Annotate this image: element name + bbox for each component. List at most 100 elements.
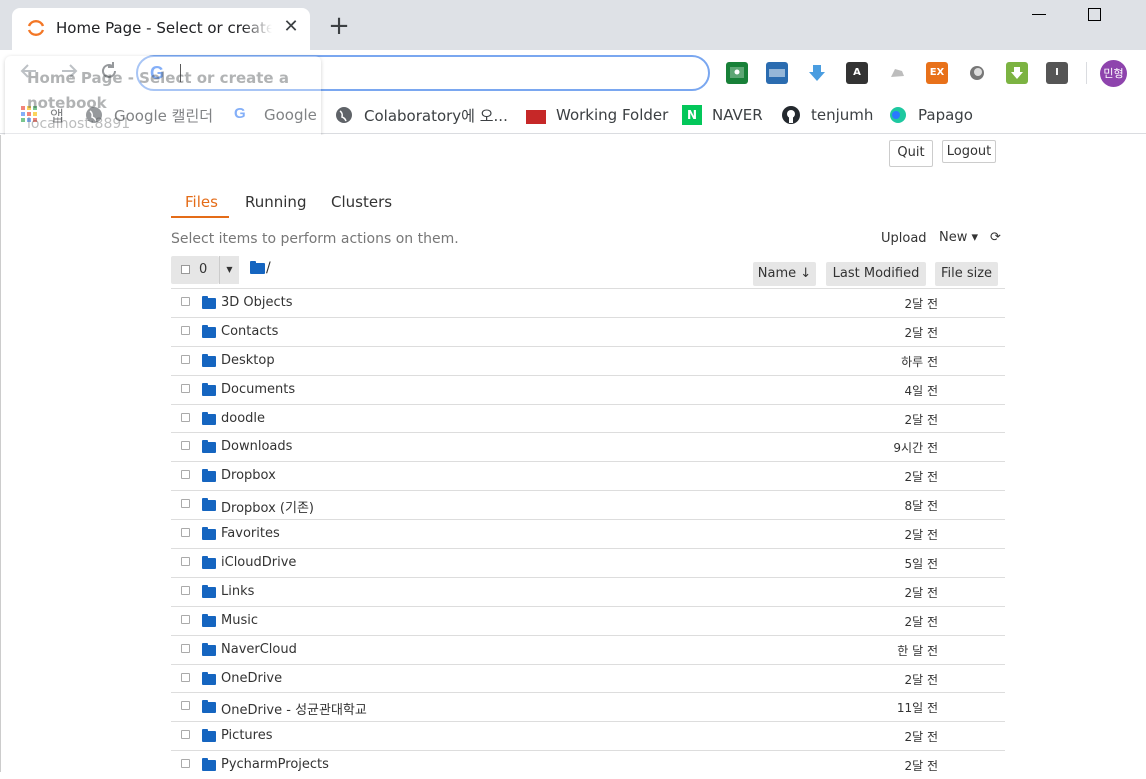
breadcrumb[interactable]: / bbox=[250, 260, 271, 276]
quit-button[interactable]: Quit bbox=[889, 140, 933, 167]
file-row[interactable]: OneDrive - 성균관대학교 11일 전 bbox=[171, 692, 1005, 721]
select-all-checkbox[interactable] bbox=[181, 265, 190, 274]
file-row[interactable]: Desktop 하루 전 bbox=[171, 345, 1005, 375]
row-checkbox[interactable] bbox=[181, 730, 190, 740]
file-row[interactable]: Dropbox 2달 전 bbox=[171, 461, 1005, 490]
file-row[interactable]: doodle 2달 전 bbox=[171, 403, 1005, 433]
maximize-icon[interactable] bbox=[1088, 8, 1101, 21]
file-name-link[interactable]: OneDrive - 성균관대학교 bbox=[221, 699, 367, 718]
file-name-link[interactable]: 3D Objects bbox=[221, 295, 293, 310]
file-name-link[interactable]: iCloudDrive bbox=[221, 555, 296, 570]
toolip-extension-icon[interactable] bbox=[766, 62, 788, 84]
upload-button[interactable]: Upload bbox=[881, 231, 927, 246]
folder-icon bbox=[202, 700, 216, 714]
new-dropdown-button[interactable]: New ▾ bbox=[939, 230, 978, 245]
file-name-link[interactable]: Links bbox=[221, 584, 254, 599]
folder-icon bbox=[202, 440, 216, 454]
file-name-link[interactable]: NaverCloud bbox=[221, 642, 297, 657]
tab-clusters[interactable]: Clusters bbox=[331, 193, 392, 211]
row-checkbox[interactable] bbox=[181, 614, 190, 624]
row-checkbox[interactable] bbox=[181, 412, 190, 422]
sort-by-last-modified-button[interactable]: Last Modified bbox=[826, 262, 926, 286]
download-green-extension-icon[interactable] bbox=[1006, 62, 1028, 84]
file-row[interactable]: Contacts 2달 전 bbox=[171, 316, 1005, 346]
download-extension-icon[interactable] bbox=[806, 62, 828, 84]
cloud-extension-icon[interactable] bbox=[886, 62, 908, 84]
file-row[interactable]: Downloads 9시간 전 bbox=[171, 432, 1005, 461]
row-checkbox[interactable] bbox=[181, 528, 190, 538]
hover-card-url: localhost:8891 bbox=[27, 116, 131, 132]
file-row[interactable]: Dropbox (기존) 8달 전 bbox=[171, 490, 1005, 519]
refresh-icon[interactable]: ⟳ bbox=[990, 230, 1001, 245]
new-tab-button[interactable]: + bbox=[326, 13, 352, 40]
file-name-link[interactable]: Dropbox bbox=[221, 468, 276, 483]
bookmark-naver[interactable]: N NAVER bbox=[682, 104, 763, 126]
file-row[interactable]: Pictures 2달 전 bbox=[171, 721, 1005, 750]
ex-extension-icon[interactable]: EX bbox=[926, 62, 948, 84]
file-name-link[interactable]: Pictures bbox=[221, 728, 272, 743]
file-row[interactable]: 3D Objects 2달 전 bbox=[171, 288, 1005, 317]
folder-icon bbox=[202, 758, 216, 772]
toolbar-divider bbox=[1086, 62, 1087, 84]
file-name-link[interactable]: Music bbox=[221, 613, 258, 628]
last-modified: 2달 전 bbox=[904, 614, 938, 629]
file-row[interactable]: NaverCloud 한 달 전 bbox=[171, 634, 1005, 664]
folder-icon bbox=[202, 469, 216, 483]
browser-tab[interactable]: Home Page - Select or create a notebook … bbox=[12, 8, 310, 50]
sort-by-file-size-button[interactable]: File size bbox=[935, 262, 998, 286]
file-name-link[interactable]: doodle bbox=[221, 411, 265, 426]
row-checkbox[interactable] bbox=[181, 701, 190, 711]
font-extension-icon[interactable]: A bbox=[846, 62, 868, 84]
file-row[interactable]: PycharmProjects 2달 전 bbox=[171, 750, 1005, 779]
profile-avatar[interactable]: 민형 bbox=[1100, 60, 1127, 87]
file-row[interactable]: Links 2달 전 bbox=[171, 576, 1005, 606]
logout-button[interactable]: Logout bbox=[942, 140, 996, 163]
tab-running[interactable]: Running bbox=[245, 193, 306, 211]
tab-strip: Home Page - Select or create a notebook … bbox=[0, 0, 1146, 50]
last-modified: 하루 전 bbox=[901, 354, 938, 369]
circle-extension-icon[interactable] bbox=[966, 62, 988, 84]
file-name-link[interactable]: PycharmProjects bbox=[221, 757, 329, 772]
last-modified: 2달 전 bbox=[904, 730, 938, 745]
close-icon[interactable]: ✕ bbox=[280, 16, 302, 38]
file-name-link[interactable]: Favorites bbox=[221, 526, 280, 541]
classroom-extension-icon[interactable] bbox=[726, 62, 748, 84]
file-name-link[interactable]: Downloads bbox=[221, 439, 292, 454]
select-dropdown-caret[interactable]: ▼ bbox=[219, 256, 239, 284]
file-row[interactable]: Favorites 2달 전 bbox=[171, 519, 1005, 548]
file-name-link[interactable]: Contacts bbox=[221, 324, 278, 339]
row-checkbox[interactable] bbox=[181, 672, 190, 682]
file-row[interactable]: OneDrive 2달 전 bbox=[171, 663, 1005, 693]
row-checkbox[interactable] bbox=[181, 499, 190, 509]
bookmark-papago[interactable]: Papago bbox=[888, 104, 973, 126]
file-name-link[interactable]: OneDrive bbox=[221, 671, 282, 686]
breadcrumb-path: / bbox=[266, 260, 271, 276]
file-row[interactable]: Music 2달 전 bbox=[171, 605, 1005, 635]
bookmark-github[interactable]: tenjumh bbox=[781, 104, 873, 126]
row-checkbox[interactable] bbox=[181, 585, 190, 595]
row-checkbox[interactable] bbox=[181, 441, 190, 451]
row-checkbox[interactable] bbox=[181, 354, 190, 364]
file-row[interactable]: iCloudDrive 5일 전 bbox=[171, 548, 1005, 577]
last-modified: 2달 전 bbox=[904, 412, 938, 427]
instapaper-extension-icon[interactable]: I bbox=[1046, 62, 1068, 84]
file-name-link[interactable]: Documents bbox=[221, 382, 295, 397]
row-checkbox[interactable] bbox=[181, 470, 190, 480]
last-modified: 8달 전 bbox=[904, 499, 938, 514]
row-checkbox[interactable] bbox=[181, 297, 190, 306]
select-all-box[interactable]: 0 bbox=[171, 256, 219, 284]
sort-by-name-button[interactable]: Name ↓ bbox=[753, 262, 816, 286]
bookmark-colaboratory[interactable]: Colaboratory에 오... bbox=[334, 104, 508, 126]
file-name-link[interactable]: Dropbox (기존) bbox=[221, 497, 314, 516]
minimize-icon[interactable] bbox=[1032, 14, 1046, 15]
naver-icon: N bbox=[682, 105, 702, 125]
tab-files[interactable]: Files bbox=[185, 193, 218, 211]
file-row[interactable]: Documents 4일 전 bbox=[171, 374, 1005, 404]
row-checkbox[interactable] bbox=[181, 557, 190, 567]
row-checkbox[interactable] bbox=[181, 759, 190, 769]
row-checkbox[interactable] bbox=[181, 325, 190, 335]
row-checkbox[interactable] bbox=[181, 383, 190, 393]
row-checkbox[interactable] bbox=[181, 643, 190, 653]
bookmark-working-folder[interactable]: Working Folder bbox=[526, 104, 668, 126]
file-name-link[interactable]: Desktop bbox=[221, 353, 275, 368]
